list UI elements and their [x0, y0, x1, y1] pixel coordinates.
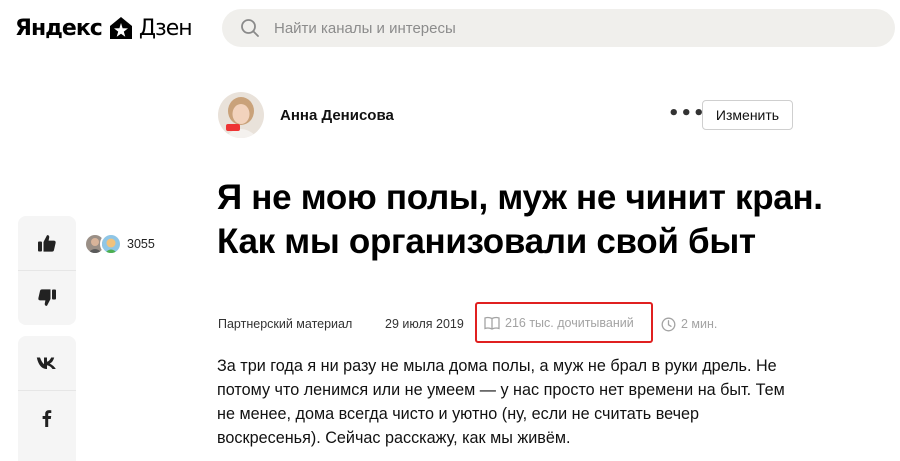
author-avatar[interactable]: [218, 92, 264, 138]
vk-icon: [36, 357, 56, 369]
dislike-button[interactable]: [18, 271, 76, 325]
more-options-button[interactable]: •••: [668, 104, 705, 124]
author-name[interactable]: Анна Денисова: [280, 107, 394, 124]
reads-count: 216 тыс. дочитываний: [505, 315, 634, 330]
search-input[interactable]: [274, 19, 874, 37]
article-meta: Партнерский материал 29 июля 2019 216 ты…: [218, 302, 717, 343]
share-panel: [18, 336, 76, 461]
like-count: 3055: [127, 237, 155, 251]
edit-button[interactable]: Изменить: [702, 100, 793, 130]
house-logo-icon: [109, 17, 132, 39]
reads-count-highlight: 216 тыс. дочитываний: [475, 302, 653, 343]
read-time-text: 2 мин.: [681, 317, 718, 331]
share-vk-button[interactable]: [18, 336, 76, 390]
reactions-panel: [18, 216, 76, 325]
search-icon: [241, 19, 259, 37]
article-body: За три года я ни разу не мыла дома полы,…: [217, 357, 785, 447]
publish-date: 29 июля 2019: [385, 317, 464, 331]
read-time: 2 мин.: [661, 317, 717, 332]
likers-summary[interactable]: 3055: [84, 233, 155, 255]
partner-label: Партнерский материал: [218, 317, 353, 331]
clock-icon: [661, 317, 676, 331]
thumbs-down-icon: [38, 289, 56, 306]
dzen-logo[interactable]: Яндекс Дзен: [15, 14, 193, 42]
article-title: Я не мою полы, муж не чинит кран. Как мы…: [217, 178, 823, 261]
search-bar[interactable]: [222, 9, 895, 47]
share-facebook-button[interactable]: [18, 391, 76, 445]
logo-yandex-text: Яндекс: [15, 15, 103, 41]
open-book-icon: [484, 316, 500, 330]
thumbs-up-icon: [38, 235, 56, 252]
like-button[interactable]: [18, 216, 76, 270]
avatar-image: [218, 92, 264, 138]
liker-avatar: [100, 233, 122, 255]
facebook-icon: [42, 410, 52, 427]
logo-dzen-text: Дзен: [138, 15, 193, 41]
